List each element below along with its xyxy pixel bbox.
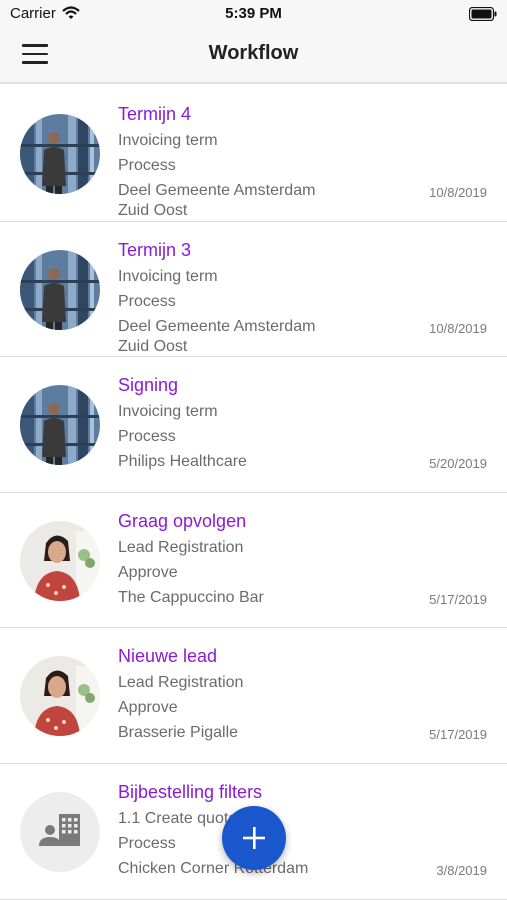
item-type: Invoicing term <box>118 403 218 421</box>
avatar <box>20 249 100 330</box>
item-step: Process <box>118 428 176 446</box>
item-relation: The Cappuccino Bar <box>118 588 264 606</box>
item-title: Signing <box>118 375 179 396</box>
item-date: 5/17/2019 <box>429 591 487 607</box>
item-step: Process <box>118 834 176 852</box>
status-bar: Carrier 5:39 PM <box>0 0 507 28</box>
avatar <box>20 520 100 601</box>
workflow-list: Termijn 4 Invoicing term Process Deel Ge… <box>0 86 507 900</box>
list-item[interactable]: Signing Invoicing term Process Philips H… <box>0 357 507 493</box>
list-item[interactable]: Nieuwe lead Lead Registration Approve Br… <box>0 628 507 764</box>
item-step: Approve <box>118 563 178 581</box>
page-title: Workflow <box>208 42 299 64</box>
item-step: Process <box>118 157 176 174</box>
item-date: 10/8/2019 <box>429 185 487 200</box>
plus-icon <box>243 827 265 849</box>
battery-icon <box>468 6 497 26</box>
item-relation-cont: Zuid Oost <box>118 337 188 355</box>
list-item[interactable]: Termijn 4 Invoicing term Process Deel Ge… <box>0 86 507 222</box>
item-type: 1.1 Create quote <box>118 809 238 827</box>
item-type: Invoicing term <box>118 267 218 285</box>
item-step: Approve <box>118 699 178 717</box>
nav-bar: Workflow <box>0 28 507 84</box>
item-type: Invoicing term <box>118 132 218 149</box>
item-date: 5/17/2019 <box>429 727 487 743</box>
item-type: Lead Registration <box>118 538 244 556</box>
item-relation: Deel Gemeente Amsterdam <box>118 317 316 335</box>
item-title: Termijn 4 <box>118 104 192 124</box>
add-button[interactable] <box>222 806 286 870</box>
item-relation-cont: Zuid Oost <box>118 202 188 219</box>
item-title: Termijn 3 <box>118 239 192 260</box>
item-title: Nieuwe lead <box>118 646 218 667</box>
avatar <box>20 791 100 872</box>
item-type: Lead Registration <box>118 674 244 692</box>
avatar <box>20 114 100 194</box>
item-date: 5/20/2019 <box>429 456 487 472</box>
avatar <box>20 385 100 466</box>
item-date: 3/8/2019 <box>436 862 487 878</box>
item-title: Bijbestelling filters <box>118 781 263 802</box>
item-relation: Brasserie Pigalle <box>118 724 239 742</box>
item-relation: Deel Gemeente Amsterdam <box>118 182 316 199</box>
list-item[interactable]: Graag opvolgen Lead Registration Approve… <box>0 493 507 629</box>
hamburger-menu-icon[interactable] <box>22 44 48 66</box>
list-item[interactable]: Termijn 3 Invoicing term Process Deel Ge… <box>0 222 507 358</box>
status-time: 5:39 PM <box>225 5 282 22</box>
item-title: Graag opvolgen <box>118 510 247 531</box>
item-relation: Philips Healthcare <box>118 453 247 471</box>
item-date: 10/8/2019 <box>429 320 487 336</box>
avatar <box>20 656 100 737</box>
item-step: Process <box>118 292 176 310</box>
